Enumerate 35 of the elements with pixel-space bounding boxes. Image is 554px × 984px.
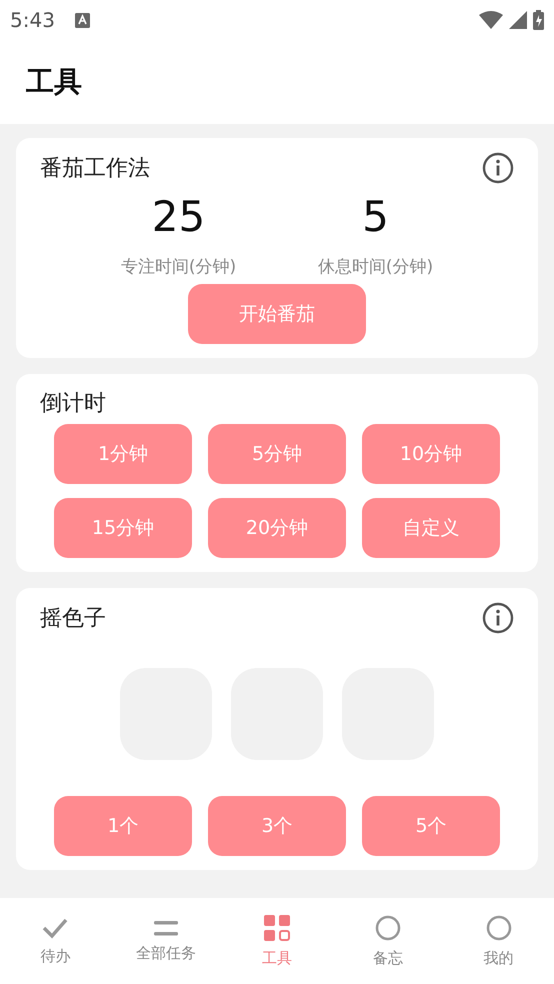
menu-icon <box>154 920 178 936</box>
stat-label: 休息时间(分钟) <box>318 256 434 278</box>
grid-icon <box>264 914 290 940</box>
dice-count-button[interactable]: 3个 <box>208 796 346 856</box>
tab-item[interactable]: 我的 <box>443 898 554 984</box>
status-time: 5:43 <box>10 8 55 32</box>
tab-item[interactable]: 备忘 <box>332 898 444 984</box>
card-title: 倒计时 <box>40 390 106 418</box>
circle-icon <box>486 914 512 940</box>
timer-button[interactable]: 15分钟 <box>54 498 192 558</box>
info-icon[interactable] <box>482 602 514 634</box>
dice-count-button[interactable]: 5个 <box>362 796 500 856</box>
wifi-icon <box>479 11 503 29</box>
keyboard-notification-icon <box>74 12 90 28</box>
page-title: 工具 <box>26 64 82 100</box>
signal-icon <box>509 11 527 29</box>
tab-item[interactable]: 工具 <box>222 898 332 984</box>
tab-item[interactable]: 待办 <box>0 898 111 984</box>
timer-button[interactable]: 20分钟 <box>208 498 346 558</box>
info-icon[interactable] <box>482 152 514 184</box>
timer-button[interactable]: 自定义 <box>362 498 500 558</box>
card-title: 摇色子 <box>40 605 106 633</box>
timer-button[interactable]: 5分钟 <box>208 424 346 484</box>
check-icon <box>41 916 70 938</box>
circle-icon <box>374 914 401 940</box>
stat-value: 5 <box>362 192 389 241</box>
stat-value: 25 <box>152 192 206 241</box>
card-title: 番茄工作法 <box>40 155 150 183</box>
dice-count-button[interactable]: 1个 <box>54 796 192 856</box>
timer-button[interactable]: 10分钟 <box>362 424 500 484</box>
battery-icon <box>533 10 544 30</box>
stat-label: 专注时间(分钟) <box>120 256 236 278</box>
timer-button[interactable]: 1分钟 <box>54 424 192 484</box>
tab-item[interactable]: 全部任务 <box>110 898 222 984</box>
start-button[interactable]: 开始番茄 <box>188 284 366 344</box>
